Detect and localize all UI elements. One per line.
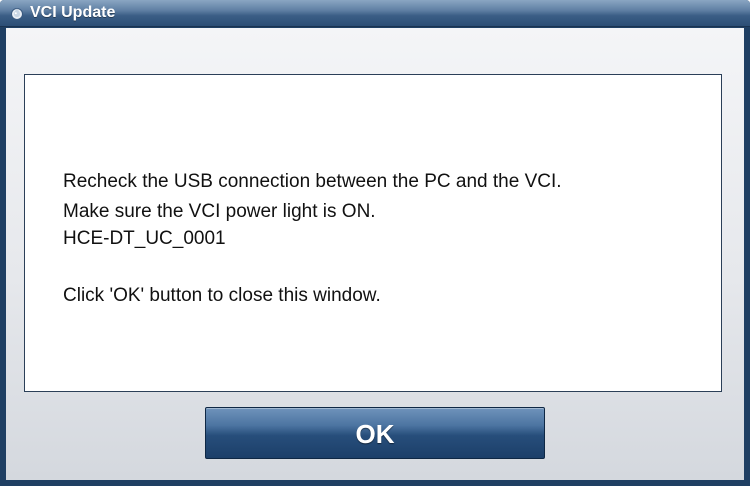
error-code: HCE-DT_UC_0001 bbox=[63, 228, 226, 249]
title-bar[interactable]: VCI Update bbox=[0, 0, 750, 27]
dialog-body: Recheck the USB connection between the P… bbox=[6, 28, 744, 480]
message-panel: Recheck the USB connection between the P… bbox=[24, 74, 722, 392]
message-line-usb: Recheck the USB connection between the P… bbox=[63, 171, 562, 192]
vci-update-dialog: VCI Update Recheck the USB connection be… bbox=[0, 0, 750, 486]
ok-button[interactable]: OK bbox=[205, 407, 545, 459]
window-title: VCI Update bbox=[30, 4, 116, 21]
ok-button-label: OK bbox=[355, 419, 395, 449]
message-line-power: Make sure the VCI power light is ON. bbox=[63, 201, 376, 222]
message-line-close: Click 'OK' button to close this window. bbox=[63, 285, 381, 306]
app-drop-icon bbox=[10, 6, 24, 20]
